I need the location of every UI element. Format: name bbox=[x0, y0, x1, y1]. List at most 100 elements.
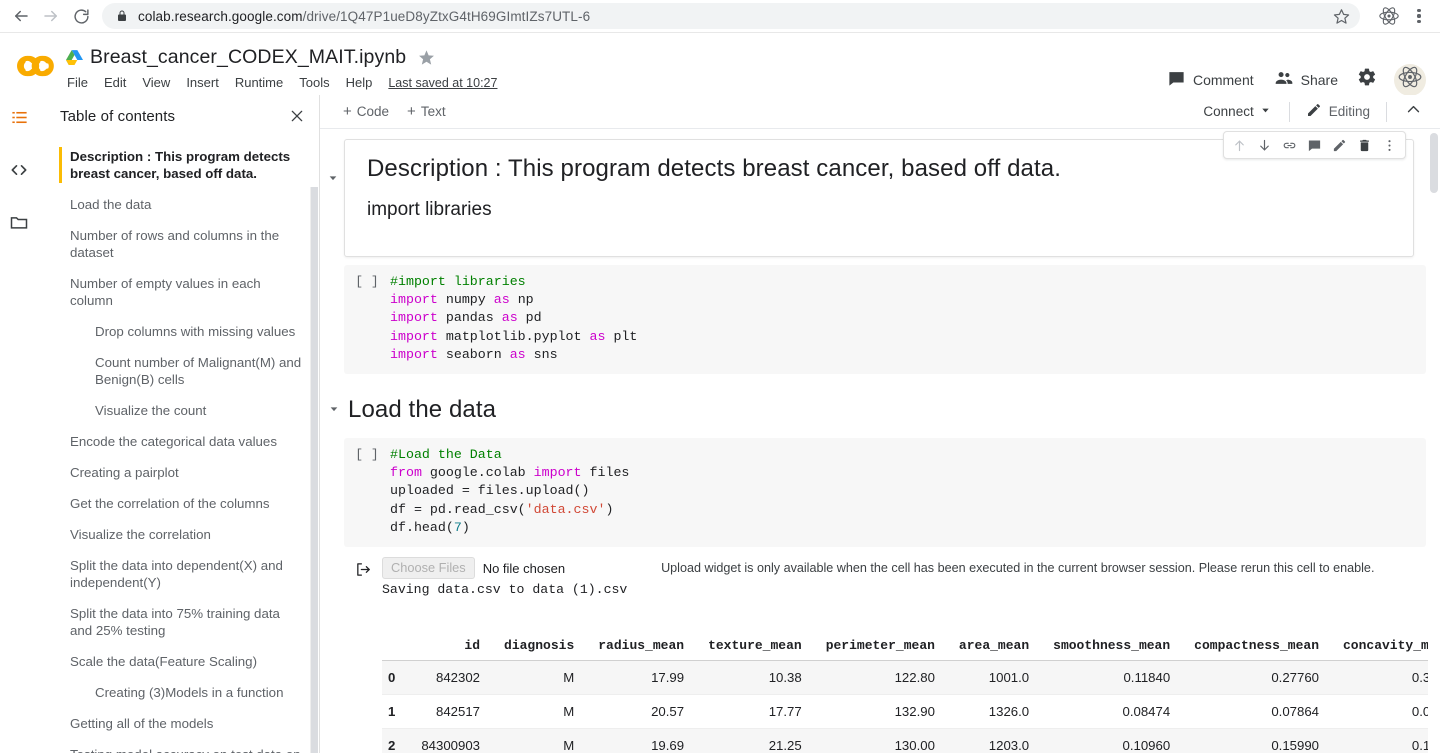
colab-header: Breast_cancer_CODEX_MAIT.ipynb File Edit… bbox=[0, 33, 1440, 95]
star-icon[interactable] bbox=[418, 49, 435, 66]
files-rail-button[interactable] bbox=[4, 209, 34, 239]
toc-scrollbar[interactable] bbox=[310, 187, 317, 753]
dataframe-column-header: id bbox=[409, 611, 492, 661]
editing-mode-button[interactable]: Editing bbox=[1298, 97, 1378, 126]
chevron-down-icon bbox=[1260, 104, 1271, 119]
dataframe-header: iddiagnosisradius_meantexture_meanperime… bbox=[382, 611, 1432, 661]
settings-button[interactable] bbox=[1348, 61, 1386, 98]
bookmark-star-icon[interactable] bbox=[1327, 8, 1350, 25]
pencil-icon bbox=[1306, 102, 1322, 121]
toc-item-getting-all-models[interactable]: Getting all of the models bbox=[38, 708, 319, 739]
menu-edit[interactable]: Edit bbox=[96, 73, 134, 92]
menu-view[interactable]: View bbox=[134, 73, 178, 92]
menu-tools[interactable]: Tools bbox=[291, 73, 337, 92]
delete-cell-icon[interactable] bbox=[1352, 133, 1377, 158]
browser-reload-button[interactable] bbox=[66, 1, 96, 31]
toc-item-empty-values[interactable]: Number of empty values in each column bbox=[38, 268, 319, 316]
menu-runtime[interactable]: Runtime bbox=[227, 73, 291, 92]
code-editor-load-data[interactable]: #Load the Data from google.colab import … bbox=[390, 446, 639, 537]
browser-menu-icon[interactable] bbox=[1408, 1, 1430, 31]
notebook-scrollbar[interactable] bbox=[1428, 129, 1440, 753]
dataframe-cell: 0.0869 bbox=[1331, 695, 1432, 729]
dataframe-cell: 842517 bbox=[409, 695, 492, 729]
code-cell-import-libraries[interactable]: [ ] #import libraries import numpy as np… bbox=[344, 265, 1426, 374]
address-bar-url: colab.research.google.com/drive/1Q47P1ue… bbox=[138, 9, 1327, 24]
dataframe-column-header: smoothness_mean bbox=[1041, 611, 1182, 661]
section-title: Load the data bbox=[348, 396, 496, 424]
menu-insert[interactable]: Insert bbox=[178, 73, 227, 92]
toc-scrollbar-thumb[interactable] bbox=[311, 187, 318, 753]
comment-icon bbox=[1167, 69, 1186, 91]
dataframe-cell: 10.38 bbox=[696, 661, 814, 695]
people-icon bbox=[1274, 68, 1294, 91]
browser-extension-atom-icon[interactable] bbox=[1374, 1, 1404, 31]
share-button[interactable]: Share bbox=[1264, 62, 1348, 97]
toc-item-testing-accuracy[interactable]: Testing model accuracy on test data on c… bbox=[38, 739, 319, 753]
dataframe-cell: 20.57 bbox=[586, 695, 696, 729]
dataframe-header-row: iddiagnosisradius_meantexture_meanperime… bbox=[382, 611, 1432, 661]
dataframe-cell: M bbox=[492, 661, 586, 695]
browser-back-button[interactable] bbox=[6, 1, 36, 31]
colab-logo[interactable] bbox=[14, 39, 60, 79]
toc-item-encode-categorical[interactable]: Encode the categorical data values bbox=[38, 426, 319, 457]
notebook-scrollbar-thumb[interactable] bbox=[1430, 133, 1438, 193]
connect-button[interactable]: Connect bbox=[1193, 99, 1280, 124]
link-icon[interactable] bbox=[1277, 133, 1302, 158]
dataframe-column-header: compactness_mean bbox=[1182, 611, 1331, 661]
toc-item-split-train-test[interactable]: Split the data into 75% training data an… bbox=[38, 598, 319, 646]
toc-header: Table of contents bbox=[38, 95, 319, 139]
edit-icon[interactable] bbox=[1327, 133, 1352, 158]
toc-item-creating-pairplot[interactable]: Creating a pairplot bbox=[38, 457, 319, 488]
file-upload-widget: Choose Files No file chosen Upload widge… bbox=[382, 557, 1432, 579]
choose-files-button[interactable]: Choose Files bbox=[382, 557, 475, 579]
collapse-caret-icon[interactable] bbox=[328, 173, 338, 185]
dataframe-row-index: 2 bbox=[382, 729, 409, 753]
toc-item-get-correlation[interactable]: Get the correlation of the columns bbox=[38, 488, 319, 519]
menu-help[interactable]: Help bbox=[338, 73, 381, 92]
move-cell-down-icon[interactable] bbox=[1252, 133, 1277, 158]
browser-forward-button[interactable] bbox=[36, 1, 66, 31]
add-comment-icon[interactable] bbox=[1302, 133, 1327, 158]
toc-item-creating-models[interactable]: Creating (3)Models in a function bbox=[38, 677, 319, 708]
toc-item-rows-and-columns[interactable]: Number of rows and columns in the datase… bbox=[38, 220, 319, 268]
address-bar[interactable]: colab.research.google.com/drive/1Q47P1ue… bbox=[102, 3, 1360, 29]
collapse-toolbar-button[interactable] bbox=[1395, 97, 1434, 127]
toc-item-visualize-correlation[interactable]: Visualize the correlation bbox=[38, 519, 319, 550]
comment-button[interactable]: Comment bbox=[1157, 63, 1264, 97]
dataframe-cell: 0.08474 bbox=[1041, 695, 1182, 729]
run-cell-button[interactable]: [ ] bbox=[344, 273, 390, 364]
toc-item-visualize-the-count[interactable]: Visualize the count bbox=[38, 395, 319, 426]
toc-item-scale-the-data[interactable]: Scale the data(Feature Scaling) bbox=[38, 646, 319, 677]
toc-rail-button[interactable] bbox=[4, 105, 34, 135]
toc-item-count-malignant-benign[interactable]: Count number of Malignant(M) and Benign(… bbox=[38, 347, 319, 395]
toc-item-description[interactable]: Description : This program detects breas… bbox=[38, 141, 319, 189]
run-cell-button[interactable]: [ ] bbox=[344, 446, 390, 537]
notebook-panel: + Code + Text Connect bbox=[320, 95, 1440, 753]
toc-item-split-dependent-independent[interactable]: Split the data into dependent(X) and ind… bbox=[38, 550, 319, 598]
dataframe-cell: 19.69 bbox=[586, 729, 696, 753]
code-editor-import-libraries[interactable]: #import libraries import numpy as np imp… bbox=[390, 273, 647, 364]
dataframe-cell: 0.10960 bbox=[1041, 729, 1182, 753]
toc-item-drop-columns[interactable]: Drop columns with missing values bbox=[38, 316, 319, 347]
code-snippets-rail-button[interactable] bbox=[4, 157, 34, 187]
toc-item-load-the-data[interactable]: Load the data bbox=[38, 189, 319, 220]
collapse-caret-icon[interactable] bbox=[328, 404, 340, 417]
add-text-cell-button[interactable]: + Text bbox=[398, 100, 455, 123]
url-path: /drive/1Q47P1ueD8yZtxG4tH69GImtIZs7UTL-6 bbox=[303, 9, 591, 24]
menu-file[interactable]: File bbox=[67, 73, 96, 92]
close-icon[interactable] bbox=[283, 102, 311, 130]
add-code-cell-button[interactable]: + Code bbox=[334, 100, 398, 123]
dataframe-cell: M bbox=[492, 729, 586, 753]
user-avatar[interactable] bbox=[1394, 64, 1426, 96]
notebook-title[interactable]: Breast_cancer_CODEX_MAIT.ipynb bbox=[90, 46, 406, 69]
notebook-content: Description : This program detects breas… bbox=[320, 129, 1440, 753]
header-actions: Comment Share bbox=[1157, 39, 1426, 98]
dataframe-cell: 0.1974 bbox=[1331, 729, 1432, 753]
dataframe-column-header: radius_mean bbox=[586, 611, 696, 661]
browser-toolbar: colab.research.google.com/drive/1Q47P1ue… bbox=[0, 0, 1440, 33]
code-cell-load-data[interactable]: [ ] #Load the Data from google.colab imp… bbox=[344, 438, 1426, 547]
more-options-icon[interactable] bbox=[1377, 133, 1402, 158]
atom-avatar-icon bbox=[1397, 64, 1423, 95]
last-saved-label[interactable]: Last saved at 10:27 bbox=[388, 76, 497, 90]
move-cell-up-icon[interactable] bbox=[1227, 133, 1252, 158]
